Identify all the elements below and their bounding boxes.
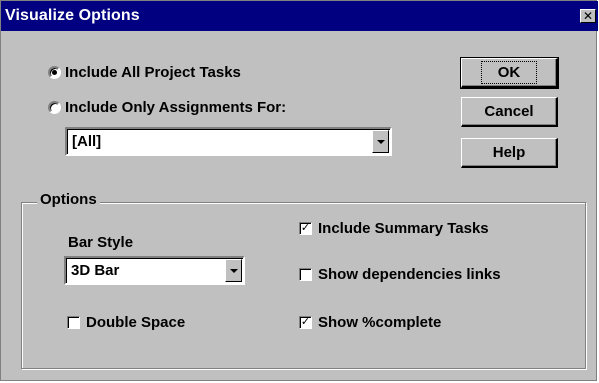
bar-style-combo[interactable]: 3D Bar <box>64 256 245 285</box>
show-percent-complete-checkbox[interactable]: ✓ <box>299 316 312 329</box>
options-group-legend: Options <box>37 191 100 208</box>
show-dependencies-links-label: Show dependencies links <box>318 266 501 283</box>
assignee-value: [All] <box>72 133 102 150</box>
title-bar[interactable]: Visualize Options ✕ <box>1 1 598 31</box>
include-all-tasks-radio-row[interactable]: Include All Project Tasks <box>48 64 241 81</box>
double-space-checkbox-row[interactable]: Double Space <box>67 314 185 331</box>
check-icon: ✓ <box>300 316 311 328</box>
chevron-down-icon <box>376 139 385 144</box>
ok-button[interactable]: OK <box>460 57 559 89</box>
include-only-assignments-radio[interactable] <box>48 101 61 114</box>
include-all-tasks-radio[interactable] <box>48 66 61 79</box>
double-space-label: Double Space <box>86 314 186 331</box>
assignee-dropdown-button[interactable] <box>372 130 389 153</box>
include-summary-tasks-checkbox[interactable]: ✓ <box>299 222 312 235</box>
show-percent-complete-label: Show %complete <box>318 314 442 331</box>
dialog-title: Visualize Options <box>5 7 140 24</box>
include-summary-tasks-checkbox-row[interactable]: ✓ Include Summary Tasks <box>299 220 489 237</box>
close-button[interactable]: ✕ <box>580 9 596 23</box>
bar-style-label: Bar Style <box>68 234 134 251</box>
assignee-combo[interactable]: [All] <box>65 127 392 156</box>
chevron-down-icon <box>229 268 238 273</box>
include-summary-tasks-label: Include Summary Tasks <box>318 220 489 237</box>
show-dependencies-links-checkbox[interactable] <box>299 268 312 281</box>
include-only-assignments-radio-row[interactable]: Include Only Assignments For: <box>48 99 286 116</box>
close-icon: ✕ <box>582 9 594 23</box>
bar-style-value: 3D Bar <box>71 262 120 279</box>
ok-button-label: OK <box>480 61 538 84</box>
help-button[interactable]: Help <box>461 138 558 168</box>
visualize-options-dialog: Visualize Options ✕ Include All Project … <box>0 0 598 381</box>
bar-style-dropdown-button[interactable] <box>225 259 242 282</box>
cancel-button-label: Cancel <box>484 103 534 120</box>
double-space-checkbox[interactable] <box>67 316 80 329</box>
include-all-tasks-label: Include All Project Tasks <box>65 64 241 81</box>
help-button-label: Help <box>492 144 526 161</box>
show-percent-complete-checkbox-row[interactable]: ✓ Show %complete <box>299 314 441 331</box>
cancel-button[interactable]: Cancel <box>461 97 558 127</box>
show-dependencies-links-checkbox-row[interactable]: Show dependencies links <box>299 266 501 283</box>
include-only-assignments-label: Include Only Assignments For: <box>65 99 287 116</box>
check-icon: ✓ <box>300 222 311 234</box>
